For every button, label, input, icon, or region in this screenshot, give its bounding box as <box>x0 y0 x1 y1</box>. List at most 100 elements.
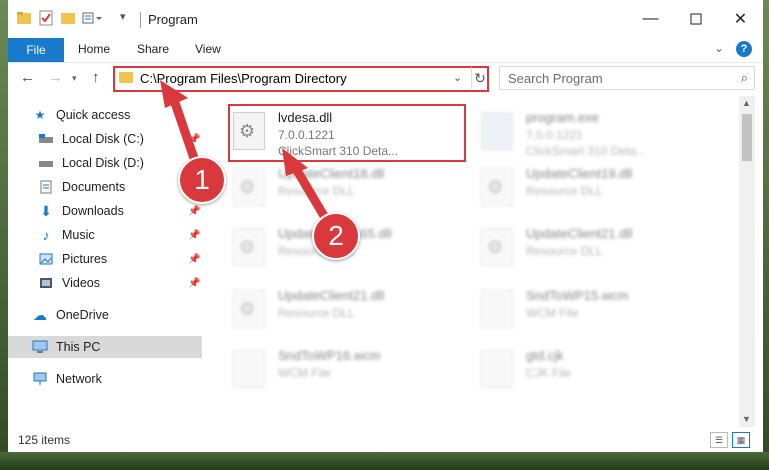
pin-icon: 📌 <box>188 277 201 289</box>
pin-icon: 📌 <box>188 133 201 145</box>
sidebar-item-downloads[interactable]: ⬇ Downloads 📌 <box>8 200 202 222</box>
sidebar-item-pictures[interactable]: Pictures 📌 <box>8 248 202 270</box>
sidebar-item-this-pc[interactable]: This PC <box>8 336 202 358</box>
sidebar-item-network[interactable]: Network <box>8 368 202 390</box>
annotation-badge-1: 1 <box>178 156 226 204</box>
help-icon[interactable]: ? <box>736 41 752 57</box>
dll-file-icon: ⚙ <box>481 168 513 206</box>
dll-file-icon: ⚙ <box>481 228 513 266</box>
drive-icon <box>38 132 54 146</box>
file-type: WCM File <box>278 366 331 380</box>
file-name: UpdateClient18.dll <box>278 166 385 181</box>
sidebar-item-label: Pictures <box>62 252 108 266</box>
file-item[interactable]: program.exe 7.0.0.1221 ClickSmart 310 De… <box>456 102 696 158</box>
address-dropdown-icon[interactable]: ⌄ <box>453 71 462 84</box>
tab-share[interactable]: Share <box>137 42 169 56</box>
desktop-background-right <box>763 0 769 470</box>
folder-icon[interactable] <box>16 10 32 26</box>
file-name: UpdateClient21.dll <box>526 226 633 241</box>
properties-icon[interactable] <box>38 10 54 26</box>
address-path[interactable]: C:\Program Files\Program Directory <box>140 71 347 86</box>
star-icon: ★ <box>34 108 46 122</box>
title-bar: ▾ Program — ✕ <box>8 0 763 38</box>
sidebar-item-label: Quick access <box>56 108 131 122</box>
large-icons-view-icon[interactable]: ▦ <box>732 432 750 448</box>
file-version: 7.0.0.1221 <box>526 128 583 142</box>
close-icon[interactable]: ✕ <box>718 0 763 38</box>
documents-icon <box>38 180 54 194</box>
pictures-icon <box>38 252 54 266</box>
sidebar-item-music[interactable]: ♪ Music 📌 <box>8 224 202 246</box>
scroll-thumb[interactable] <box>742 114 752 161</box>
details-view-icon[interactable]: ☰ <box>710 432 728 448</box>
file-name: SndToWP16.wcm <box>278 348 381 363</box>
file-name: program.exe <box>526 110 599 125</box>
new-folder-icon[interactable] <box>60 10 76 26</box>
sidebar-item-label: Music <box>62 228 95 242</box>
vertical-scrollbar[interactable]: ▲ ▼ <box>739 96 755 427</box>
refresh-icon[interactable]: ↻ <box>471 67 488 89</box>
explorer-window: ▾ Program — ✕ File Home Share View ⌄ ? ←… <box>8 0 763 452</box>
sidebar-item-label: Documents <box>62 180 126 194</box>
sidebar-item-local-disk-c[interactable]: Local Disk (C:) 📌 <box>8 128 202 150</box>
sidebar-item-label: Local Disk (D:) <box>62 156 144 170</box>
navigation-bar: ← → ▾ ↑ C:\Program Files\Program Directo… <box>8 63 763 93</box>
file-item[interactable]: ⚙ UpdateClient18.dll Resource DLL <box>208 158 448 214</box>
network-icon <box>32 372 48 386</box>
search-placeholder: Search Program <box>508 71 603 86</box>
scroll-up-icon[interactable]: ▲ <box>742 98 751 108</box>
recent-locations-icon[interactable]: ▾ <box>72 73 77 84</box>
sidebar-item-documents[interactable]: Documents 📌 <box>8 176 202 198</box>
sidebar-item-quick-access[interactable]: ★ Quick access <box>8 104 202 126</box>
status-bar: 125 items ☰ ▦ <box>8 428 763 452</box>
customize-qat-icon[interactable] <box>82 10 102 26</box>
sidebar-item-label: OneDrive <box>56 308 109 322</box>
pin-icon: 📌 <box>188 205 201 217</box>
up-icon[interactable]: ↑ <box>92 69 100 86</box>
file-type: CJK File <box>526 366 572 380</box>
file-list: ⚙ lvdesa.dll 7.0.0.1221 ClickSmart 310 D… <box>208 96 740 424</box>
forward-icon[interactable]: → <box>48 69 63 86</box>
sidebar-item-videos[interactable]: Videos 📌 <box>8 272 202 294</box>
sidebar-item-local-disk-d[interactable]: Local Disk (D:) <box>8 152 202 174</box>
scroll-down-icon[interactable]: ▼ <box>742 414 751 424</box>
qat-dropdown-icon[interactable]: ▾ <box>120 10 136 26</box>
sidebar-item-label: Local Disk (C:) <box>62 132 144 146</box>
file-type: Resource DLL <box>278 306 355 320</box>
dll-file-icon: ⚙ <box>233 168 265 206</box>
music-icon: ♪ <box>42 227 50 243</box>
file-item[interactable]: gtd.cjk CJK File <box>456 340 696 396</box>
sidebar-item-label: Downloads <box>62 204 124 218</box>
search-icon[interactable]: ⌕ <box>741 70 748 86</box>
file-item[interactable]: ⚙ UpdateClient21.dll Resource DLL <box>208 280 448 336</box>
downloads-icon: ⬇ <box>40 202 52 219</box>
file-item[interactable]: ⚙ UpdateClient21.dll Resource DLL <box>456 218 696 274</box>
minimize-icon[interactable]: — <box>628 0 673 38</box>
tab-home[interactable]: Home <box>78 42 110 56</box>
videos-icon <box>38 276 54 290</box>
file-type: Resource DLL <box>278 184 355 198</box>
file-item[interactable]: ⚙ UpdateClient19.dll Resource DLL <box>456 158 696 214</box>
computer-icon <box>32 340 48 354</box>
exe-file-icon <box>481 112 513 150</box>
back-icon[interactable]: ← <box>20 69 35 86</box>
file-type: WCM File <box>526 306 579 320</box>
file-type: Resource DLL <box>526 184 603 198</box>
navigation-pane: ★ Quick access Local Disk (C:) 📌 Local D… <box>8 96 202 424</box>
document-file-icon <box>481 290 513 328</box>
dll-file-icon: ⚙ <box>233 228 265 266</box>
tab-view[interactable]: View <box>195 42 221 56</box>
maximize-icon[interactable] <box>673 0 718 38</box>
search-input[interactable]: Search Program ⌕ <box>499 66 755 90</box>
sidebar-item-onedrive[interactable]: ☁ OneDrive <box>8 304 202 326</box>
desktop-background-left <box>0 0 8 470</box>
file-type: Resource DLL <box>526 244 603 258</box>
pin-icon: 📌 <box>188 229 201 241</box>
file-item[interactable]: SndToWP15.wcm WCM File <box>456 280 696 336</box>
file-name: gtd.cjk <box>526 348 564 363</box>
collapse-ribbon-icon[interactable]: ⌄ <box>714 41 724 55</box>
sidebar-item-label: This PC <box>56 340 101 354</box>
address-bar[interactable]: C:\Program Files\Program Directory ⌄ ↻ <box>113 66 489 92</box>
tab-file[interactable]: File <box>8 38 64 62</box>
file-item[interactable]: SndToWP16.wcm WCM File <box>208 340 448 396</box>
